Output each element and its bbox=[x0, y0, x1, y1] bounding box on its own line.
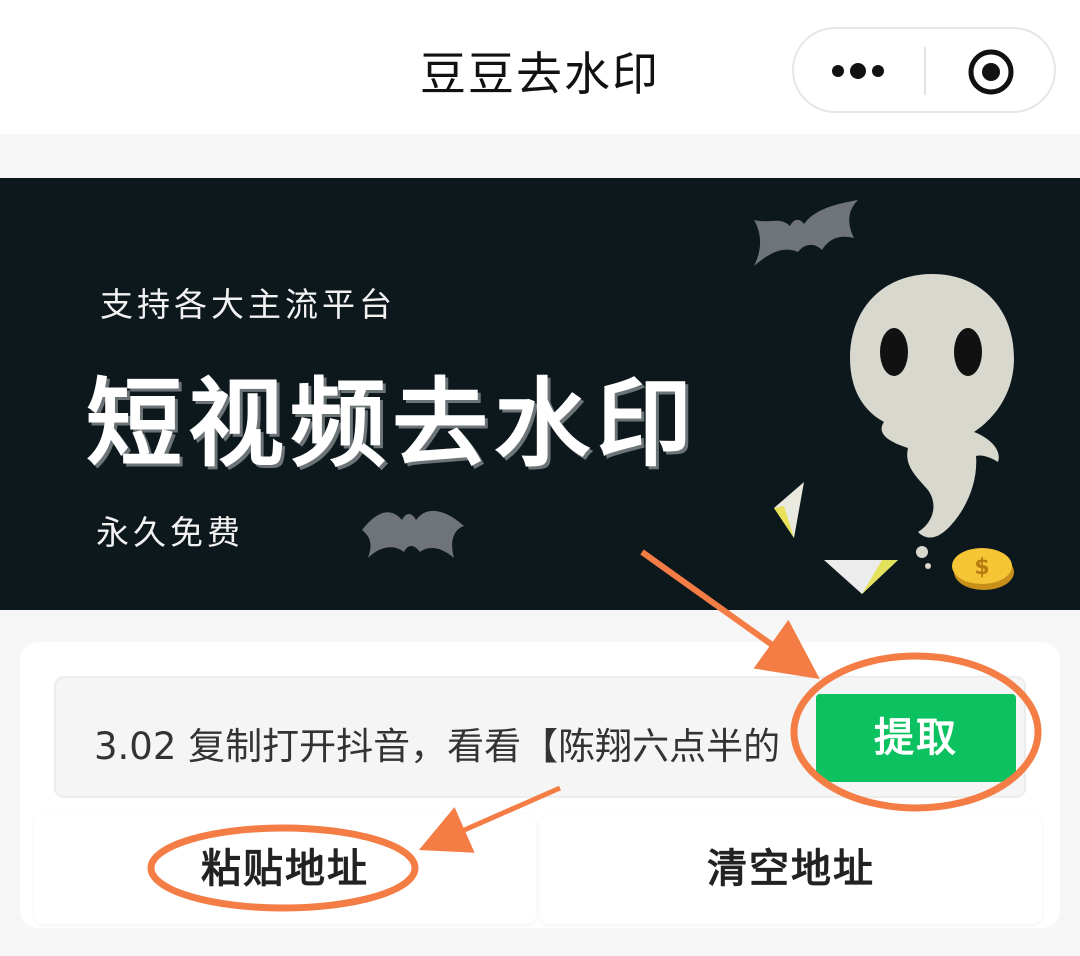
action-row: 粘贴地址 清空地址 bbox=[34, 814, 1048, 924]
nav-bar: 豆豆去水印 bbox=[0, 0, 1080, 134]
bat-icon bbox=[754, 200, 858, 266]
input-card: 3.02 复制打开抖音，看看【陈翔六点半的 提取 粘贴地址 清空地址 bbox=[20, 642, 1060, 928]
triangle-shape bbox=[774, 482, 804, 538]
capsule-divider bbox=[924, 47, 926, 95]
paste-address-button[interactable]: 粘贴地址 bbox=[34, 814, 536, 924]
extract-button[interactable]: 提取 bbox=[816, 694, 1016, 782]
triangle-shape bbox=[824, 560, 898, 594]
clear-address-button[interactable]: 清空地址 bbox=[540, 814, 1042, 924]
banner-subtitle: 支持各大主流平台 bbox=[100, 285, 396, 324]
more-dots-icon[interactable] bbox=[828, 49, 888, 93]
coin-icon: $ bbox=[952, 548, 1014, 590]
mini-program-capsule bbox=[792, 27, 1056, 113]
url-input-box[interactable]: 3.02 复制打开抖音，看看【陈翔六点半的 提取 bbox=[54, 676, 1026, 798]
banner-tagline: 永久免费 bbox=[96, 513, 244, 552]
ghost-icon bbox=[850, 274, 1014, 569]
banner-title: 短视频去水印 bbox=[86, 368, 698, 480]
svg-text:$: $ bbox=[974, 555, 989, 580]
bat-icon bbox=[362, 510, 464, 558]
promo-banner: 支持各大主流平台 短视频去水印 永久免费 $ bbox=[0, 178, 1080, 610]
target-close-icon[interactable] bbox=[966, 47, 1016, 97]
url-input[interactable]: 3.02 复制打开抖音，看看【陈翔六点半的 bbox=[94, 716, 794, 770]
